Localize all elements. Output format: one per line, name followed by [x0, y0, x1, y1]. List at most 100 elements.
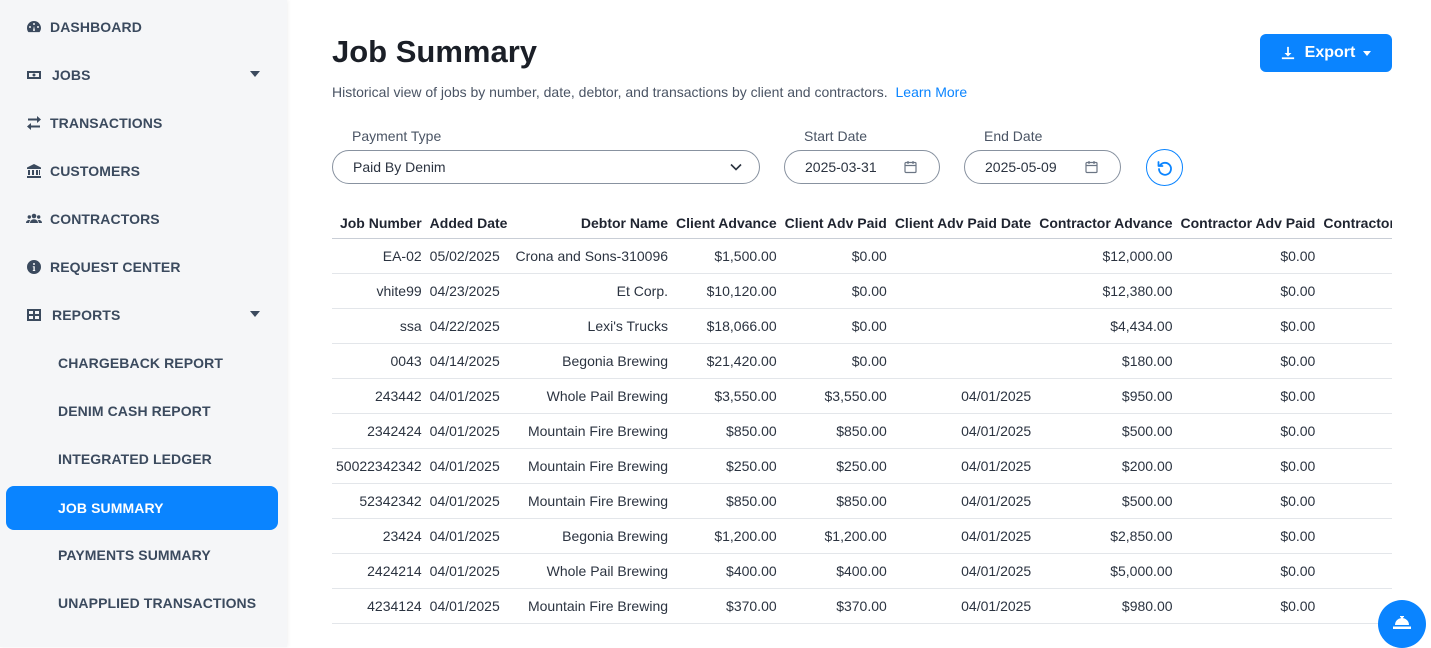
cell-contractor-advance: $4,434.00	[1035, 308, 1177, 344]
col-job-number[interactable]: Job Number	[332, 208, 426, 239]
col-client-adv-paid[interactable]: Client Adv Paid	[780, 208, 891, 239]
page-title: Job Summary	[332, 34, 538, 69]
cell-client-adv-paid-date	[890, 238, 1036, 274]
nav-chargeback-report[interactable]: CHARGEBACK REPORT	[6, 341, 278, 385]
col-contractor-adv-paid[interactable]: Contractor Adv Paid	[1176, 208, 1320, 239]
download-icon	[1281, 46, 1294, 60]
cell-added-date: 04/22/2025	[425, 308, 512, 344]
chevron-down-icon	[250, 311, 260, 317]
cell-added-date: 04/01/2025	[425, 448, 512, 484]
nav-payments-summary[interactable]: PAYMENTS SUMMARY	[6, 533, 278, 577]
nav-customers[interactable]: CUSTOMERS	[6, 149, 278, 193]
cell-contractor-adv-paid: $0.00	[1176, 483, 1320, 519]
nav-transactions[interactable]: TRANSACTIONS	[6, 101, 278, 145]
cell-debtor-name: Begonia Brewing	[511, 343, 673, 379]
table-row[interactable]: 2342424 04/01/2025 Mountain Fire Brewing $8…	[332, 413, 1392, 449]
info-icon	[24, 259, 44, 275]
cell-contractor-adv	[1319, 378, 1392, 414]
table-row[interactable]: 50022342342 04/01/2025 Mountain Fire Brewi…	[332, 448, 1392, 484]
calendar-icon[interactable]	[1085, 160, 1098, 177]
chevron-down-icon	[1363, 50, 1372, 56]
col-debtor-name[interactable]: Debtor Name	[511, 208, 673, 239]
notification-bell-button[interactable]	[1378, 600, 1426, 648]
table-row[interactable]: 4234124 04/01/2025 Mountain Fire Brewing $3…	[332, 588, 1392, 624]
cell-added-date: 04/01/2025	[425, 588, 512, 624]
concierge-bell-icon	[1393, 616, 1411, 629]
col-added-date[interactable]: Added Date	[425, 208, 512, 239]
cell-client-adv-paid-date	[890, 273, 1036, 309]
table-header-row: Job Number Added Date Debtor Name Client…	[332, 208, 1392, 239]
col-contractor-advance[interactable]: Contractor Advance	[1035, 208, 1177, 239]
payment-type-select[interactable]: Paid By Denim	[332, 150, 760, 184]
cell-contractor-adv	[1319, 308, 1392, 344]
cell-contractor-adv	[1319, 448, 1392, 484]
end-date-input[interactable]: 2025-05-09	[964, 150, 1121, 184]
cell-contractor-adv-paid: $0.00	[1176, 343, 1320, 379]
col-client-adv-paid-date[interactable]: Client Adv Paid Date	[890, 208, 1036, 239]
table-row[interactable]: 0043 04/14/2025 Begonia Brewing $21,420.00 $…	[332, 343, 1392, 379]
job-summary-table: Job Number Added Date Debtor Name Client…	[332, 208, 1392, 638]
reset-filters-button[interactable]	[1146, 149, 1183, 186]
cell-contractor-advance: $12,000.00	[1035, 238, 1177, 274]
nav-job-summary[interactable]: JOB SUMMARY	[6, 486, 278, 530]
cell-debtor-name: Lexi's Trucks	[511, 308, 673, 344]
table-row[interactable]: 52342342 04/01/2025 Mountain Fire Brewing $…	[332, 483, 1392, 519]
nav-contractors-label: CONTRACTORS	[50, 211, 160, 227]
table-row[interactable]: vhite99 04/23/2025 Et Corp. $10,120.00 $0.00…	[332, 273, 1392, 309]
cell-debtor-name: Mountain Fire Brewing	[511, 413, 673, 449]
table-row[interactable]: ssa 04/22/2025 Lexi's Trucks $18,066.00 $0.0…	[332, 308, 1392, 344]
cell-client-adv-paid: $3,550.00	[780, 378, 891, 414]
nav-unapplied-transactions[interactable]: UNAPPLIED TRANSACTIONS	[6, 581, 278, 625]
table-body: EA-02 05/02/2025 Crona and Sons-310096 $1,5…	[332, 238, 1392, 624]
table-row[interactable]: 23424 04/01/2025 Begonia Brewing $1,200.00 $…	[332, 518, 1392, 554]
table-row[interactable]: 243442 04/01/2025 Whole Pail Brewing $3,550…	[332, 378, 1392, 414]
cell-job-number: 243442	[332, 378, 426, 414]
table-row[interactable]: 2424214 04/01/2025 Whole Pail Brewing $400.…	[332, 553, 1392, 589]
nav-integrated-ledger[interactable]: INTEGRATED LEDGER	[6, 437, 278, 481]
end-date-label: End Date	[984, 128, 1043, 144]
cell-client-adv-paid-date: 04/01/2025	[890, 518, 1036, 554]
cell-debtor-name: Et Corp.	[511, 273, 673, 309]
cell-debtor-name: Mountain Fire Brewing	[511, 483, 673, 519]
cell-contractor-adv-paid: $0.00	[1176, 413, 1320, 449]
cell-job-number: ssa	[332, 308, 426, 344]
col-client-advance[interactable]: Client Advance	[672, 208, 781, 239]
cell-added-date: 04/23/2025	[425, 273, 512, 309]
cell-contractor-advance: $980.00	[1035, 588, 1177, 624]
nav-job-summary-label: JOB SUMMARY	[58, 500, 164, 516]
export-button[interactable]: Export	[1260, 34, 1392, 72]
cell-client-advance: $3,550.00	[672, 378, 781, 414]
cell-contractor-advance: $200.00	[1035, 448, 1177, 484]
cell-contractor-adv-paid: $0.00	[1176, 378, 1320, 414]
nav-dashboard-label: DASHBOARD	[50, 19, 142, 35]
nav-denim-cash-report[interactable]: DENIM CASH REPORT	[6, 389, 278, 433]
transfer-icon	[24, 115, 44, 131]
cell-job-number: 2342424	[332, 413, 426, 449]
cell-client-adv-paid-date: 04/01/2025	[890, 483, 1036, 519]
table-row[interactable]: EA-02 05/02/2025 Crona and Sons-310096 $1,5…	[332, 238, 1392, 274]
cell-contractor-adv-paid: $0.00	[1176, 308, 1320, 344]
nav-dashboard[interactable]: DASHBOARD	[6, 5, 278, 49]
subtitle-text: Historical view of jobs by number, date,…	[332, 84, 888, 100]
col-contractor-adv[interactable]: Contractor Adv	[1319, 208, 1392, 239]
cell-contractor-adv	[1319, 518, 1392, 554]
cell-client-adv-paid-date: 04/01/2025	[890, 448, 1036, 484]
nav-reports-label: REPORTS	[52, 307, 121, 323]
cell-contractor-adv	[1319, 413, 1392, 449]
nav-request-center[interactable]: REQUEST CENTER	[6, 245, 278, 289]
chevron-down-icon	[729, 160, 743, 177]
nav-contractors[interactable]: CONTRACTORS	[6, 197, 278, 241]
cell-client-adv-paid: $850.00	[780, 413, 891, 449]
nav-reports[interactable]: REPORTS	[6, 293, 278, 337]
cell-job-number: 2424214	[332, 553, 426, 589]
cell-debtor-name: Mountain Fire Brewing	[511, 448, 673, 484]
nav-jobs[interactable]: JOBS	[6, 53, 278, 97]
learn-more-link[interactable]: Learn More	[896, 84, 968, 100]
start-date-input[interactable]: 2025-03-31	[784, 150, 940, 184]
cell-client-adv-paid: $370.00	[780, 588, 891, 624]
cell-client-adv-paid: $0.00	[780, 343, 891, 379]
cell-client-advance: $21,420.00	[672, 343, 781, 379]
cell-debtor-name: Begonia Brewing	[511, 518, 673, 554]
calendar-icon[interactable]	[904, 160, 917, 177]
cell-job-number: 23424	[332, 518, 426, 554]
